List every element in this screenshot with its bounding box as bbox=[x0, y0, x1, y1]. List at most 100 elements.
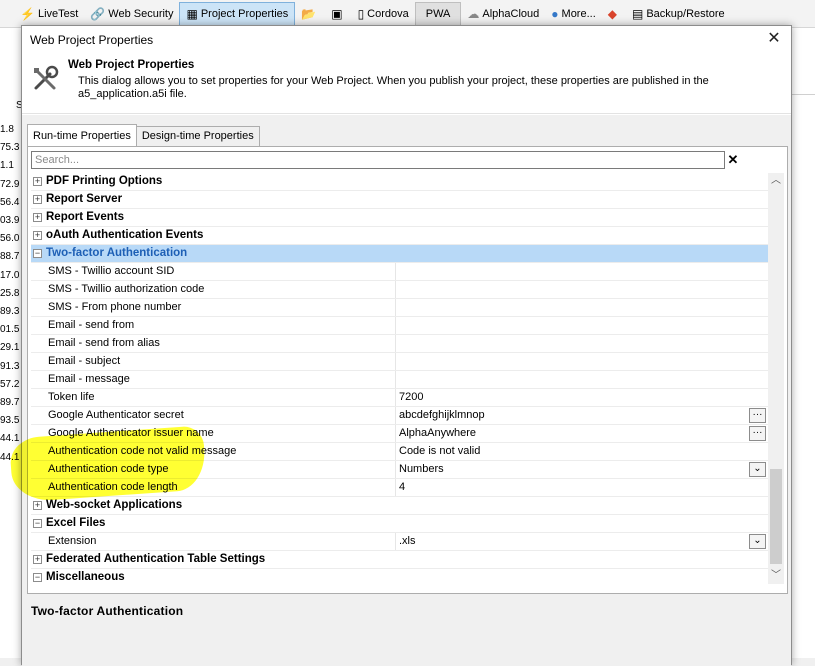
property-row[interactable]: Email - message bbox=[31, 371, 768, 389]
property-row[interactable]: Google Authenticator secret abcdefghijklm… bbox=[31, 407, 768, 425]
category-row[interactable]: + PDF Printing Options bbox=[31, 173, 768, 191]
expand-icon[interactable]: + bbox=[33, 231, 42, 240]
category-row[interactable]: + oAuth Authentication Events bbox=[31, 227, 768, 245]
toolbar-item-monitor[interactable]: ▣ bbox=[325, 2, 351, 26]
category-label: Report Server bbox=[46, 193, 123, 205]
toolbar-item-web-security[interactable]: 🔗 Web Security bbox=[84, 2, 179, 26]
collapse-icon[interactable]: − bbox=[33, 519, 42, 528]
property-row[interactable]: Token life 7200 bbox=[31, 389, 768, 407]
background-value: 29.1 bbox=[0, 342, 20, 354]
background-value: 93.5 bbox=[0, 415, 20, 427]
toolbar-item-alphacloud[interactable]: ☁ AlphaCloud bbox=[461, 2, 545, 26]
close-icon[interactable]: ✕ bbox=[765, 30, 783, 48]
toolbar-item-pwa[interactable]: PWA bbox=[414, 1, 462, 26]
toolbar-item-label: Web Security bbox=[108, 7, 174, 20]
dropdown-chevron-icon[interactable]: ⌄ bbox=[749, 462, 766, 477]
category-row[interactable]: + Report Events bbox=[31, 209, 768, 227]
search-input[interactable] bbox=[31, 151, 725, 169]
header-description: This dialog allows you to set properties… bbox=[78, 75, 709, 100]
ide-toolbar: ⚡ LiveTest 🔗 Web Security ▦ Project Propertie… bbox=[0, 0, 815, 28]
background-value: 44.1 bbox=[0, 433, 20, 445]
property-name: SMS - Twillio authorization code bbox=[48, 281, 396, 298]
category-row[interactable]: − Miscellaneous bbox=[31, 569, 768, 584]
property-row[interactable]: Authentication code length 4 bbox=[31, 479, 768, 497]
clear-search-icon[interactable]: ✕ bbox=[726, 151, 740, 169]
property-value[interactable]: AlphaAnywhere bbox=[399, 425, 744, 442]
category-row[interactable]: − Excel Files bbox=[31, 515, 768, 533]
background-value: 44.1 bbox=[0, 451, 20, 463]
toolbar-item-more[interactable]: ● More... bbox=[545, 2, 601, 26]
cloud-icon: ☁ bbox=[467, 6, 480, 21]
property-name: Email - send from alias bbox=[48, 335, 396, 352]
category-row[interactable]: + Federated Authentication Table Settings bbox=[31, 551, 768, 569]
property-row[interactable]: SMS - Twillio authorization code bbox=[31, 281, 768, 299]
property-row[interactable]: Email - send from alias bbox=[31, 335, 768, 353]
property-value[interactable]: .xls bbox=[399, 533, 744, 550]
folder-icon: 📂 bbox=[301, 6, 317, 21]
property-row[interactable]: Google Authenticator issuer name AlphaAny… bbox=[31, 425, 768, 443]
header-title: Web Project Properties bbox=[68, 59, 195, 71]
backup-icon: ▤ bbox=[632, 6, 644, 21]
background-value: 89.7 bbox=[0, 397, 20, 408]
property-row[interactable]: SMS - Twillio account SID bbox=[31, 263, 768, 281]
property-row[interactable]: SMS - From phone number bbox=[31, 299, 768, 317]
scroll-down-icon[interactable]: ﹀ bbox=[768, 568, 784, 584]
expand-icon[interactable]: + bbox=[33, 177, 42, 186]
property-row[interactable]: Authentication code not valid message Cod… bbox=[31, 443, 768, 461]
property-row[interactable]: Extension .xls ⌄ bbox=[31, 533, 768, 551]
tab-run-time-properties[interactable]: Run-time Properties bbox=[27, 124, 137, 146]
dialog-title: Web Project Properties bbox=[30, 33, 154, 47]
ellipsis-button[interactable]: ··· bbox=[749, 408, 766, 423]
property-name: Google Authenticator issuer name bbox=[48, 425, 396, 442]
property-value[interactable]: Code is not valid bbox=[399, 443, 744, 460]
property-value[interactable]: abcdefghijklmnop bbox=[399, 407, 744, 424]
toolbar-item-project-properties[interactable]: ▦ Project Properties bbox=[179, 1, 296, 26]
category-row[interactable]: + Web-socket Applications bbox=[31, 497, 768, 515]
expand-icon[interactable]: + bbox=[33, 555, 42, 564]
scroll-up-icon[interactable]: ︿ bbox=[768, 173, 784, 189]
category-label: PDF Printing Options bbox=[46, 175, 163, 187]
collapse-icon[interactable]: − bbox=[33, 573, 42, 582]
toolbar-item-label: LiveTest bbox=[37, 7, 79, 20]
dropdown-chevron-icon[interactable]: ⌄ bbox=[749, 534, 766, 549]
background-value: 25.8 bbox=[0, 287, 20, 299]
scrollbar-thumb[interactable] bbox=[770, 469, 782, 564]
property-name: SMS - Twillio account SID bbox=[48, 263, 396, 280]
expand-icon[interactable]: + bbox=[33, 195, 42, 204]
category-row[interactable]: + Report Server bbox=[31, 191, 768, 209]
property-description-title: Two-factor Authentication bbox=[31, 604, 184, 618]
property-row[interactable]: Email - subject bbox=[31, 353, 768, 371]
toolbar-item-label: Cordova bbox=[367, 7, 409, 20]
category-row[interactable]: − Two-factor Authentication bbox=[31, 245, 768, 263]
toolbar-item-livetest[interactable]: ⚡ LiveTest bbox=[14, 2, 84, 26]
background-value: 56.4 bbox=[0, 196, 20, 208]
toolbar-item-backup-restore[interactable]: ▤ Backup/Restore bbox=[626, 2, 731, 26]
phone-icon: ▯ bbox=[357, 6, 365, 21]
category-label: Two-factor Authentication bbox=[46, 247, 188, 259]
tab-design-time-properties[interactable]: Design-time Properties bbox=[135, 126, 260, 146]
collapse-icon[interactable]: − bbox=[33, 249, 42, 258]
toolbar-item-folder[interactable]: 📂 bbox=[295, 2, 325, 26]
category-label: Miscellaneous bbox=[46, 571, 125, 583]
properties-icon: ▦ bbox=[186, 6, 198, 21]
property-value[interactable]: Numbers bbox=[399, 461, 744, 478]
toolbar-item-cordova[interactable]: ▯ Cordova bbox=[352, 2, 415, 26]
dialog-titlebar: Web Project Properties ✕ bbox=[22, 26, 791, 54]
property-row[interactable]: Authentication code type Numbers ⌄ bbox=[31, 461, 768, 479]
property-name: Authentication code length bbox=[48, 479, 396, 496]
category-label: Excel Files bbox=[46, 517, 106, 529]
toolbar-item-git[interactable]: ◆ bbox=[602, 2, 626, 26]
property-value[interactable]: 4 bbox=[399, 479, 744, 496]
expand-icon[interactable]: + bbox=[33, 501, 42, 510]
category-label: oAuth Authentication Events bbox=[46, 229, 204, 241]
vertical-scrollbar[interactable]: ︿ ﹀ bbox=[768, 173, 784, 584]
background-value: 56.0 bbox=[0, 233, 20, 245]
expand-icon[interactable]: + bbox=[33, 213, 42, 222]
category-label: Report Events bbox=[46, 211, 124, 223]
ellipsis-button[interactable]: ··· bbox=[749, 426, 766, 441]
property-row[interactable]: Email - send from bbox=[31, 317, 768, 335]
background-value: 57.2 bbox=[0, 378, 20, 390]
property-value[interactable]: 7200 bbox=[399, 389, 744, 406]
properties-panel: ✕ + PDF Printing Options + Report Server + Re… bbox=[27, 146, 788, 594]
background-value: 1.8 bbox=[0, 124, 14, 135]
